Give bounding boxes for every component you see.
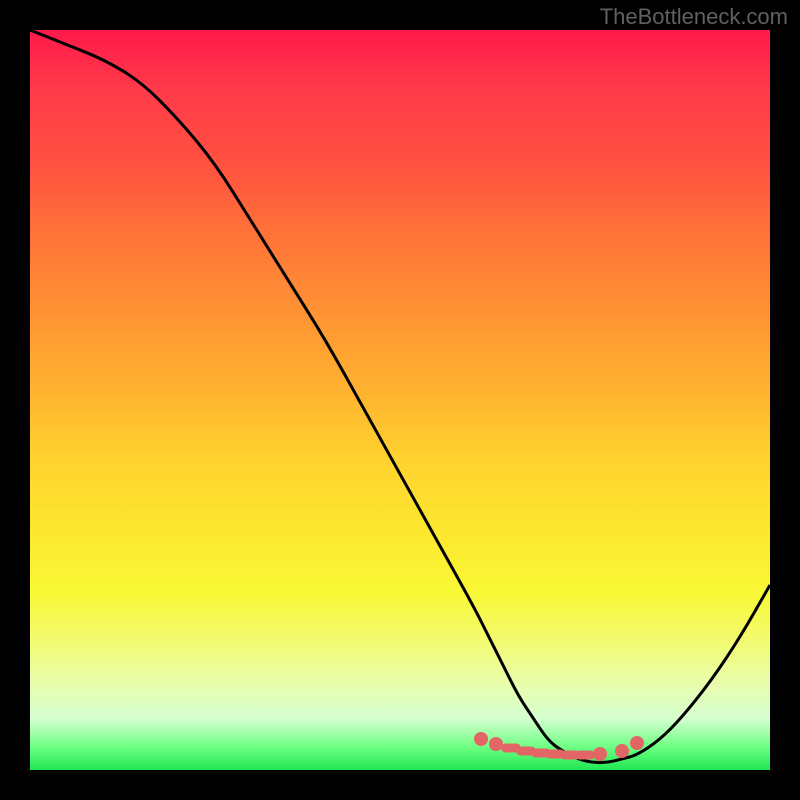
marker-dot xyxy=(630,736,644,750)
marker-dot xyxy=(593,747,607,761)
marker-dot xyxy=(615,744,629,758)
plot-area xyxy=(30,30,770,770)
marker-dot xyxy=(474,732,488,746)
attribution-text: TheBottleneck.com xyxy=(600,4,788,30)
marker-layer xyxy=(30,30,770,770)
